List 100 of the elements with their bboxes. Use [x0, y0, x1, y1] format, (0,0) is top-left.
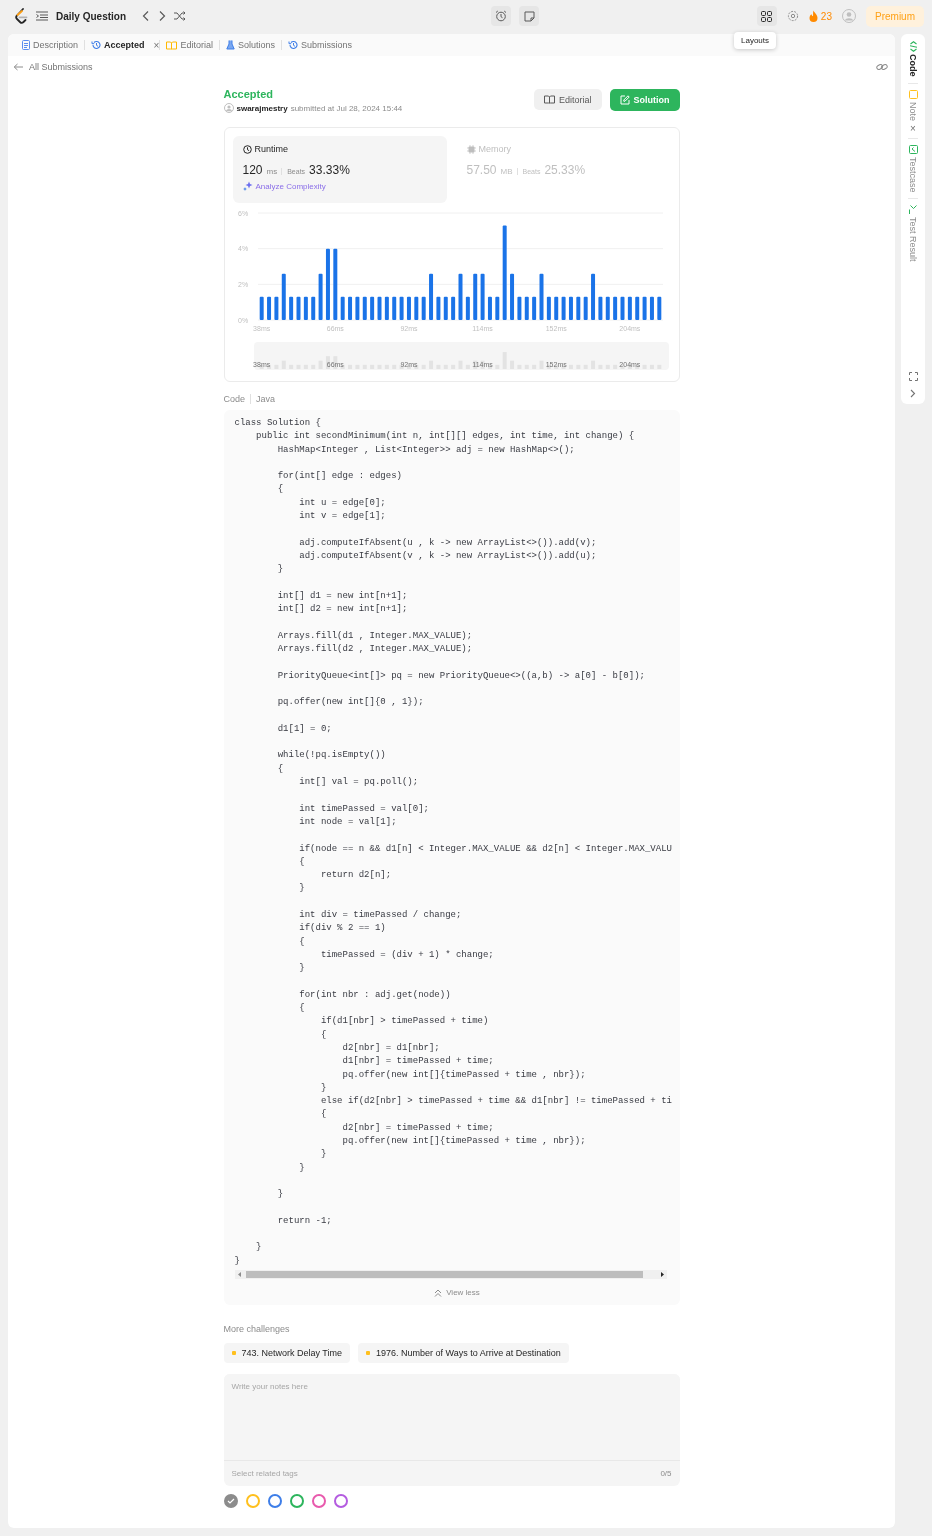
bar — [384, 296, 389, 320]
bar — [620, 296, 624, 320]
close-icon[interactable]: × — [910, 122, 916, 134]
tab[interactable]: Submissions — [281, 40, 358, 50]
bar — [568, 296, 573, 320]
stat-title: Memory — [478, 144, 511, 154]
layouts-button[interactable] — [756, 6, 777, 26]
bar — [347, 296, 352, 320]
color-option[interactable] — [223, 1494, 238, 1508]
bar — [472, 273, 477, 320]
bar — [546, 296, 551, 320]
bar — [605, 296, 610, 320]
bar — [480, 273, 485, 320]
tab[interactable]: Description — [16, 40, 85, 50]
close-icon[interactable]: × — [153, 39, 160, 51]
check-icon — [226, 1498, 235, 1504]
beats-value: 33.33% — [309, 163, 350, 177]
tab[interactable]: Solutions — [219, 40, 281, 50]
problem-title[interactable]: Daily Question — [56, 10, 126, 22]
back-arrow-icon[interactable] — [13, 63, 23, 71]
chevron-right-icon[interactable] — [910, 389, 916, 398]
problem-list-button[interactable] — [36, 11, 48, 21]
section-title: More challenges — [223, 1324, 291, 1334]
settings-icon[interactable] — [786, 10, 799, 22]
bar — [369, 296, 374, 320]
logo-icon — [14, 8, 28, 24]
next-icon[interactable] — [158, 10, 166, 22]
shuffle-icon[interactable] — [174, 11, 186, 21]
tab[interactable]: Accepted — [85, 40, 151, 50]
bar — [377, 296, 381, 320]
back-link[interactable]: All Submissions — [29, 62, 93, 72]
bar — [450, 296, 455, 320]
document-icon — [22, 40, 30, 50]
history-icon — [287, 40, 298, 50]
history-icon — [91, 40, 102, 50]
bar — [642, 296, 647, 320]
color-option[interactable] — [333, 1494, 348, 1508]
horizontal-scrollbar[interactable] — [234, 1270, 667, 1279]
book-icon — [544, 95, 555, 104]
alarm-clock-icon — [495, 10, 508, 22]
bar — [649, 296, 654, 320]
color-option[interactable] — [289, 1494, 304, 1508]
bar — [362, 296, 367, 320]
stat-unit: ms — [266, 167, 278, 176]
bar — [583, 296, 588, 320]
fullscreen-icon[interactable] — [908, 372, 918, 381]
editorial-button[interactable]: Editorial — [534, 89, 602, 110]
submission-time: submitted at Jul 28, 2024 15:44 — [290, 103, 403, 113]
clock-icon — [242, 144, 252, 154]
side-tab[interactable]: Note — [908, 87, 918, 123]
analyze-link[interactable]: Analyze Complexity — [255, 181, 326, 191]
flask-icon — [225, 40, 235, 50]
tooltip: Layouts — [734, 32, 777, 49]
link-icon[interactable] — [876, 62, 888, 72]
bar — [494, 296, 499, 320]
edit-icon — [619, 95, 630, 105]
notes-editor[interactable]: Write your notes here Select related tags 0/5 — [223, 1374, 680, 1486]
bar — [634, 296, 639, 320]
bar — [590, 273, 595, 320]
color-option[interactable] — [245, 1494, 260, 1508]
stat-value: 57.50 — [466, 163, 497, 177]
bar — [259, 296, 264, 320]
bar — [266, 296, 271, 320]
chevrons-up-icon — [434, 1288, 443, 1297]
side-tab[interactable]: Testcase — [908, 142, 918, 195]
bar — [288, 296, 293, 320]
color-option[interactable] — [267, 1494, 282, 1508]
bar — [406, 296, 411, 320]
bar — [531, 296, 536, 320]
bar — [399, 296, 404, 320]
username[interactable]: swarajmestry — [236, 103, 288, 113]
chip-icon — [466, 144, 476, 154]
bar — [524, 296, 529, 320]
tag-count: 0/5 — [660, 1469, 672, 1478]
bar — [465, 296, 470, 320]
bar — [325, 248, 330, 320]
avatar-icon — [223, 103, 234, 113]
bar — [509, 273, 514, 320]
side-tab[interactable]: Test Result — [908, 203, 918, 264]
checkbox-icon — [908, 144, 918, 154]
previous-icon[interactable] — [142, 10, 150, 22]
code-label: Code — [223, 394, 245, 404]
solution-button[interactable]: Solution — [609, 89, 680, 111]
side-tab[interactable]: Code — [907, 40, 919, 79]
stat-value: 120 — [242, 163, 263, 177]
bar — [340, 296, 345, 320]
timer-button[interactable] — [491, 6, 512, 26]
view-less-button[interactable]: View less — [430, 1284, 484, 1301]
bar — [391, 296, 396, 320]
beats-value: 25.33% — [544, 163, 586, 177]
challenge-link[interactable]: 1976. Number of Ways to Arrive at Destination — [358, 1343, 569, 1363]
note-icon — [523, 10, 535, 22]
challenge-link[interactable]: 743. Network Delay Time — [223, 1343, 351, 1363]
color-option[interactable] — [311, 1494, 326, 1508]
stat-title: Runtime — [254, 144, 288, 154]
bar — [597, 296, 602, 320]
notes-button[interactable] — [519, 6, 540, 26]
bar — [332, 248, 337, 320]
tab[interactable]: Editorial — [160, 40, 219, 50]
bar — [318, 273, 323, 320]
